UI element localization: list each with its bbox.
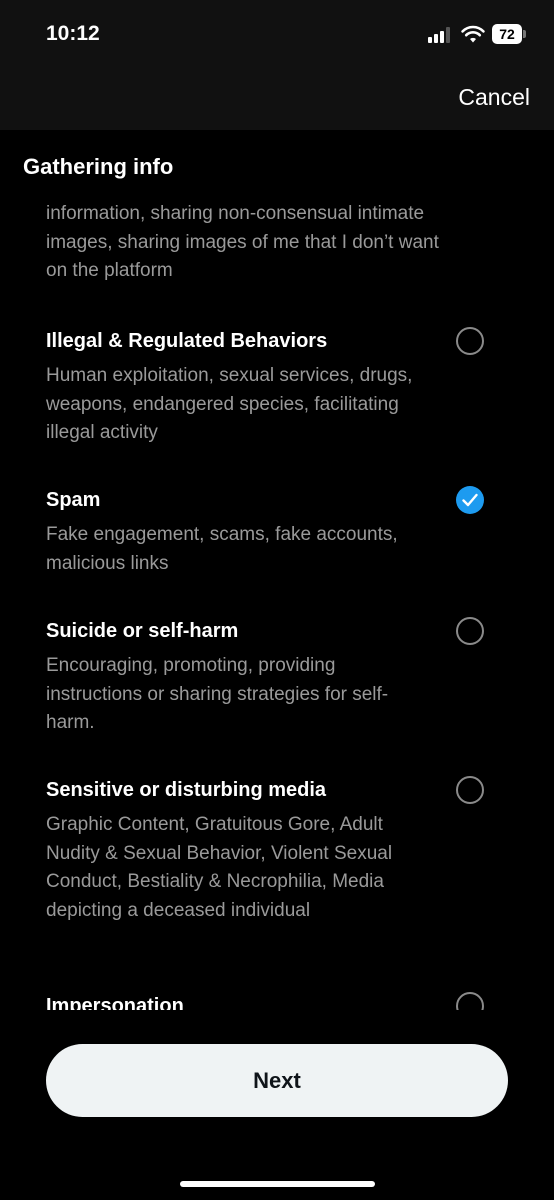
option-impersonation[interactable]: Impersonation [46,992,516,1010]
option-description: Encouraging, promoting, providing instru… [46,655,389,733]
home-indicator [180,1181,375,1187]
checkmark-icon [462,493,478,507]
partial-option-description: information, sharing non-consensual inti… [46,203,439,281]
option-spam[interactable]: Spam Fake engagement, scams, fake accoun… [46,486,516,578]
status-time: 10:12 [46,22,100,45]
radio-button[interactable] [456,776,484,804]
option-sensitive-media[interactable]: Sensitive or disturbing media Graphic Co… [46,776,516,925]
radio-button[interactable] [456,992,484,1010]
next-button[interactable]: Next [46,1044,508,1117]
cellular-signal-icon [428,27,454,43]
option-title: Suicide or self-harm [46,620,239,642]
option-title: Illegal & Regulated Behaviors [46,330,328,352]
option-illegal-regulated[interactable]: Illegal & Regulated Behaviors Human expl… [46,327,516,448]
report-options-list[interactable]: information, sharing non-consensual inti… [0,198,554,1010]
page-title: Gathering info [23,154,174,179]
option-description: Fake engagement, scams, fake accounts, m… [46,524,398,574]
wifi-icon [461,25,485,43]
radio-button[interactable] [456,617,484,645]
battery-icon: 72 [492,24,522,44]
cancel-button[interactable]: Cancel [458,84,530,111]
radio-button-selected[interactable] [456,486,484,514]
option-title: Impersonation [46,995,184,1010]
option-title: Spam [46,489,101,511]
status-bar: 10:12 72 [0,0,554,72]
option-description: Graphic Content, Gratuitous Gore, Adult … [46,814,393,921]
battery-nub [523,30,526,38]
nav-header: Cancel [0,72,554,130]
option-title: Sensitive or disturbing media [46,779,327,801]
radio-button[interactable] [456,327,484,355]
option-suicide-self-harm[interactable]: Suicide or self-harm Encouraging, promot… [46,617,516,738]
option-description: Human exploitation, sexual services, dru… [46,365,413,443]
